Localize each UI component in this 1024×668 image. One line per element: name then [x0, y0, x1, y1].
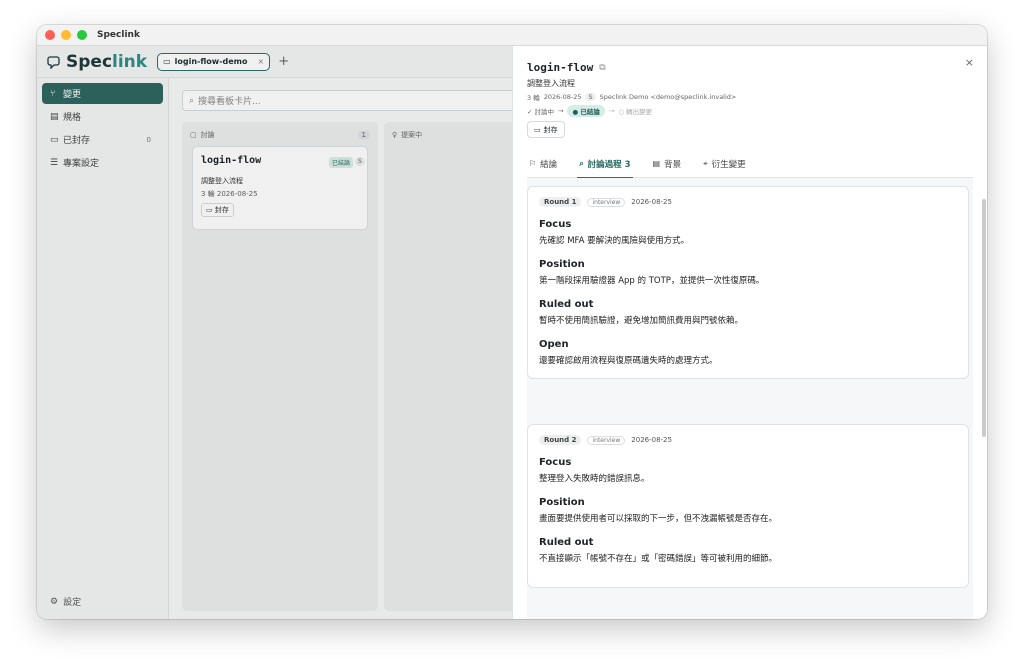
section-label: Focus [539, 457, 572, 468]
section-text: 畫面要提供使用者可以採取的下一步，但不洩漏帳號是否存在。 [539, 514, 778, 524]
round-type-badge: interview [587, 197, 626, 207]
round-section: Focus 先確認 MFA 要解決的風險與使用方式。 [539, 219, 957, 246]
app-window: Speclink Spec link ▭ login-flow-demo × + … [37, 25, 987, 619]
section-label: Focus [539, 219, 572, 230]
round-date: 2026-08-25 [631, 436, 672, 444]
flow-step-done: ✓ 討論中 [527, 108, 555, 116]
section-label: Open [539, 339, 569, 350]
flag-icon: ⚐ [529, 159, 537, 168]
window-title: Speclink [97, 30, 140, 40]
drawer-title-text: login-flow [527, 61, 594, 74]
tab-discussion[interactable]: ⌕ 討論過程 3 [577, 150, 633, 179]
tab-derived-changes[interactable]: ⌖ 衍生變更 [701, 150, 748, 178]
tab-conclusion[interactable]: ⚐ 結論 [527, 150, 559, 178]
round-header: Round 2 interview 2026-08-25 [539, 435, 957, 445]
round-section: Focus 整理登入失敗時的錯誤訊息。 [539, 457, 957, 484]
section-text: 先確認 MFA 要解決的風險與使用方式。 [539, 236, 690, 246]
sprout-icon: ⌖ [703, 158, 708, 168]
close-icon[interactable]: × [965, 56, 974, 69]
drawer-meta: 3 輪 2026-08-25 S Speclink Demo <demo@spe… [527, 92, 736, 102]
archive-icon: ▭ [534, 125, 541, 134]
window-controls [45, 30, 87, 40]
status-flow: ✓ 討論中 → ● 已結論 → ○ 轉出變更 [527, 105, 652, 117]
section-text: 還要確認啟用流程與復原碼遺失時的處理方式。 [539, 356, 718, 366]
arrow-icon: → [608, 107, 615, 115]
drawer-title: login-flow ⧉ [527, 61, 606, 74]
round-section: Position 畫面要提供使用者可以採取的下一步，但不洩漏帳號是否存在。 [539, 497, 957, 524]
tab-label: 背景 [664, 159, 682, 170]
title-bar: Speclink [37, 25, 987, 46]
section-label: Position [539, 497, 585, 508]
scrollbar[interactable] [982, 199, 986, 437]
tab-label: 討論過程 3 [587, 159, 631, 170]
zoom-window-button[interactable] [77, 30, 87, 40]
arrow-icon: → [558, 107, 564, 115]
document-icon: ▤ [652, 159, 661, 168]
section-label: Ruled out [539, 537, 594, 548]
round-section: Open 還要確認啟用流程與復原碼遺失時的處理方式。 [539, 339, 957, 366]
size-badge: S [585, 93, 596, 101]
rounds-list: Round 1 interview 2026-08-25 Focus 先確認 M… [527, 178, 973, 619]
section-label: Ruled out [539, 299, 594, 310]
section-text: 暫時不使用簡訊驗證，避免增加簡訊費用與門號依賴。 [539, 316, 744, 326]
close-window-button[interactable] [45, 30, 55, 40]
archive-label: 封存 [543, 125, 558, 134]
section-label: Position [539, 259, 585, 270]
copy-icon[interactable]: ⧉ [599, 63, 605, 73]
flow-step-next[interactable]: ○ 轉出變更 [618, 106, 652, 116]
drawer-backdrop[interactable] [37, 46, 512, 619]
round-header: Round 1 interview 2026-08-25 [539, 197, 957, 207]
round-section: Ruled out 暫時不使用簡訊驗證，避免增加簡訊費用與門號依賴。 [539, 299, 957, 326]
round-section: Position 第一階段採用驗證器 App 的 TOTP，並提供一次性復原碼。 [539, 259, 957, 286]
meta-date: 2026-08-25 [543, 93, 582, 101]
tab-label: 衍生變更 [711, 159, 746, 170]
round-card: Round 2 interview 2026-08-25 Focus 整理登入失… [527, 424, 969, 588]
round-badge: Round 2 [539, 435, 582, 445]
round-badge: Round 1 [539, 197, 582, 207]
archive-button[interactable]: ▭ 封存 [527, 121, 565, 138]
drawer-subtitle: 調整登入流程 [527, 79, 575, 88]
section-text: 整理登入失敗時的錯誤訊息。 [539, 474, 650, 484]
minimize-window-button[interactable] [61, 30, 71, 40]
drawer-tabs: ⚐ 結論 ⌕ 討論過程 3 ▤ 背景 ⌖ 衍生變更 [527, 150, 973, 179]
author: Speclink Demo <demo@speclink.invalid> [599, 93, 737, 101]
round-date: 2026-08-25 [631, 198, 672, 206]
section-text: 第一階段採用驗證器 App 的 TOTP，並提供一次性復原碼。 [539, 276, 765, 286]
tab-label: 結論 [540, 159, 558, 170]
section-text: 不直接顯示「帳號不存在」或「密碼錯誤」等可被利用的細節。 [539, 554, 778, 564]
round-section: Ruled out 不直接顯示「帳號不存在」或「密碼錯誤」等可被利用的細節。 [539, 537, 957, 564]
chat-icon: ⌕ [579, 158, 584, 168]
flow-step-current: ● 已結論 [567, 105, 605, 117]
tab-background[interactable]: ▤ 背景 [651, 150, 684, 178]
round-card: Round 1 interview 2026-08-25 Focus 先確認 M… [527, 186, 969, 379]
round-type-badge: interview [587, 435, 626, 445]
detail-drawer: × login-flow ⧉ 調整登入流程 3 輪 2026-08-25 S S… [512, 46, 987, 619]
round-count: 3 輪 [527, 94, 540, 102]
